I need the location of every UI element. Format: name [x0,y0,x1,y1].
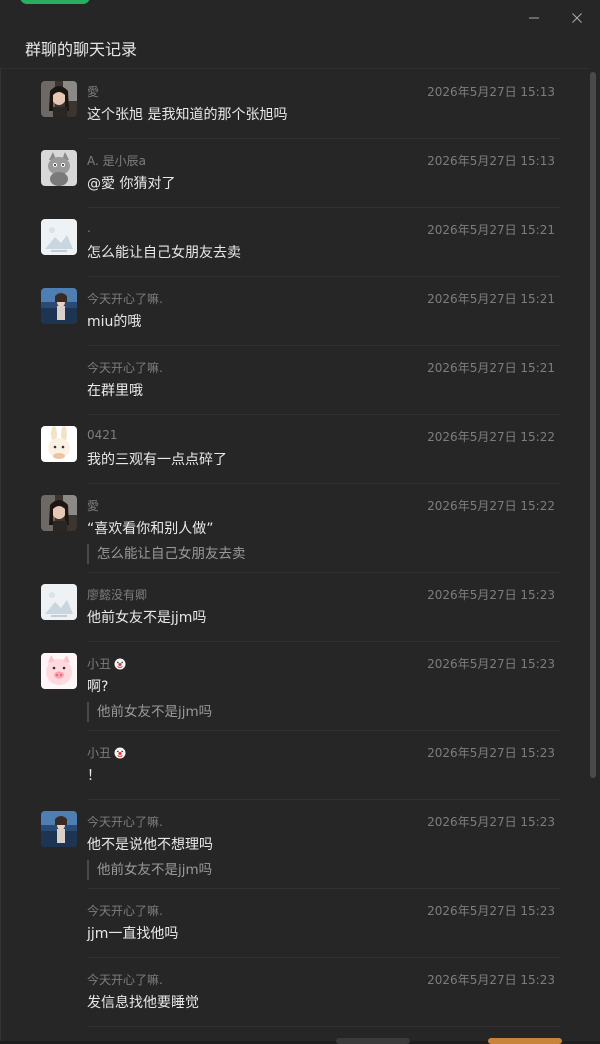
avatar[interactable] [41,495,77,531]
message-text: 他前女友不是jjm吗 [87,610,207,626]
avatar[interactable] [41,426,77,462]
sender-name-text: 愛 [87,499,100,513]
message-text: 在群里哦 [87,383,143,399]
sender-name: 今天开心了嘛. [87,290,163,307]
message-text: @愛 你猜对了 [87,176,176,192]
sender-name: 0421 [87,428,118,442]
clown-emoji-icon [114,747,126,759]
message-time: 2026年5月27日 15:23 [427,973,555,987]
message-item[interactable]: 今天开心了嘛. 2026年5月27日 15:21 miu的哦 [0,277,560,346]
avatar[interactable] [41,653,77,689]
message-text: 他不是说他不想理吗 [87,837,213,853]
message-time: 2026年5月27日 15:21 [427,361,555,375]
scrollbar-thumb[interactable] [590,72,596,778]
message-time: 2026年5月27日 15:13 [427,85,555,99]
minimize-icon [529,17,539,19]
sender-name: 今天开心了嘛. [87,359,163,376]
sender-name-text: 今天开心了嘛. [87,361,163,375]
message-text: 我的三观有一点点碎了 [87,452,227,468]
message-text: 发信息找他要睡觉 [87,995,199,1011]
sender-name-text: 0421 [87,428,118,442]
sender-name: A. 是小辰a [87,152,146,169]
message-time: 2026年5月27日 15:22 [427,430,555,444]
sender-name-text: 今天开心了嘛. [87,904,163,918]
message-time: 2026年5月27日 15:13 [427,154,555,168]
title-bar: 群聊的聊天记录 [0,0,600,68]
message-item[interactable]: 小丑 2026年5月27日 15:23 ！ [0,731,560,800]
sender-name: 小丑 [87,655,126,672]
message-time: 2026年5月27日 15:23 [427,657,555,671]
sender-name: 小丑 [87,744,126,761]
title-divider [0,68,590,69]
message-item[interactable]: 今天开心了嘛. 2026年5月27日 15:23 他不是说他不想理吗他前女友不是jj… [0,800,560,889]
sender-name-text: 小丑 [87,657,112,671]
close-icon [572,13,582,23]
message-text: 啊? [87,679,109,695]
message-time: 2026年5月27日 15:23 [427,588,555,602]
message-time: 2026年5月27日 15:21 [427,292,555,306]
message-item[interactable]: . 2026年5月27日 15:21 怎么能让自己女朋友去卖 [0,208,560,277]
sender-name: 今天开心了嘛. [87,971,163,988]
avatar[interactable] [41,219,77,255]
avatar[interactable] [41,584,77,620]
message-item[interactable]: 廖懿没有卿 2026年5月27日 15:23 他前女友不是jjm吗 [0,573,560,642]
sender-name-text: . [87,221,91,235]
clown-emoji-icon [114,658,126,670]
window-title: 群聊的聊天记录 [25,40,138,59]
sender-name: 愛 [87,83,99,100]
message-divider [87,1026,560,1027]
avatar[interactable] [41,150,77,186]
message-time: 2026年5月27日 15:23 [427,815,555,829]
message-text: “喜欢看你和别人做” [87,521,214,537]
message-item[interactable]: 今天开心了嘛. 2026年5月27日 15:21 在群里哦 [0,346,560,415]
close-button[interactable] [565,6,589,30]
sender-name-text: A. 是小辰a [87,154,146,168]
avatar[interactable] [41,811,77,847]
avatar[interactable] [41,81,77,117]
quoted-message[interactable]: 他前女友不是jjm吗 [87,702,212,722]
sender-name-text: 愛 [87,85,100,99]
message-time: 2026年5月27日 15:22 [427,499,555,513]
message-item[interactable]: 愛 2026年5月27日 15:22 “喜欢看你和别人做” 怎么能让自己女朋友去卖 [0,484,560,573]
bottom-primary-button[interactable] [488,1038,562,1044]
message-text: ！ [87,768,101,784]
quoted-message[interactable]: 怎么能让自己女朋友去卖 [87,544,246,564]
message-item[interactable]: 今天开心了嘛. 2026年5月27日 15:23 jjm一直找他吗 [0,889,560,958]
sender-name: 今天开心了嘛. [87,813,163,830]
sender-name-text: 今天开心了嘛. [87,973,163,987]
minimize-button[interactable] [522,6,546,30]
chat-history-window: 群聊的聊天记录 愛 2026年5月27日 15:13 这个张旭 是我知道的那个张旭吗… [0,0,600,1044]
sender-name: 今天开心了嘛. [87,902,163,919]
sender-name: 愛 [87,497,99,514]
sender-name-text: 今天开心了嘛. [87,292,163,306]
message-time: 2026年5月27日 15:23 [427,904,555,918]
sender-name-text: 今天开心了嘛. [87,815,163,829]
message-text: miu的哦 [87,314,142,330]
message-text: 这个张旭 是我知道的那个张旭吗 [87,107,288,123]
message-list[interactable]: 愛 2026年5月27日 15:13 这个张旭 是我知道的那个张旭吗 A. 是小辰a 2… [0,70,588,1041]
sender-name-text: 廖懿没有卿 [87,588,148,602]
message-item[interactable]: A. 是小辰a 2026年5月27日 15:13 @愛 你猜对了 [0,139,560,208]
message-text: jjm一直找他吗 [87,926,179,942]
sender-name: 廖懿没有卿 [87,586,147,603]
message-item[interactable]: 今天开心了嘛. 2026年5月27日 15:23 发信息找他要睡觉 [0,958,560,1027]
message-text: 怎么能让自己女朋友去卖 [87,245,241,261]
avatar[interactable] [41,288,77,324]
message-item[interactable]: 愛 2026年5月27日 15:13 这个张旭 是我知道的那个张旭吗 [0,70,560,139]
message-item[interactable]: 0421 2026年5月27日 15:22 我的三观有一点点碎了 [0,415,560,484]
sender-name: . [87,221,91,235]
quoted-message[interactable]: 他前女友不是jjm吗 [87,860,212,880]
bottom-secondary-button[interactable] [336,1038,410,1044]
sender-name-text: 小丑 [87,746,112,760]
message-time: 2026年5月27日 15:21 [427,223,555,237]
message-item[interactable]: 小丑 2026年5月27日 15:23 啊? 他前女友不是jjm吗 [0,642,560,731]
message-time: 2026年5月27日 15:23 [427,746,555,760]
